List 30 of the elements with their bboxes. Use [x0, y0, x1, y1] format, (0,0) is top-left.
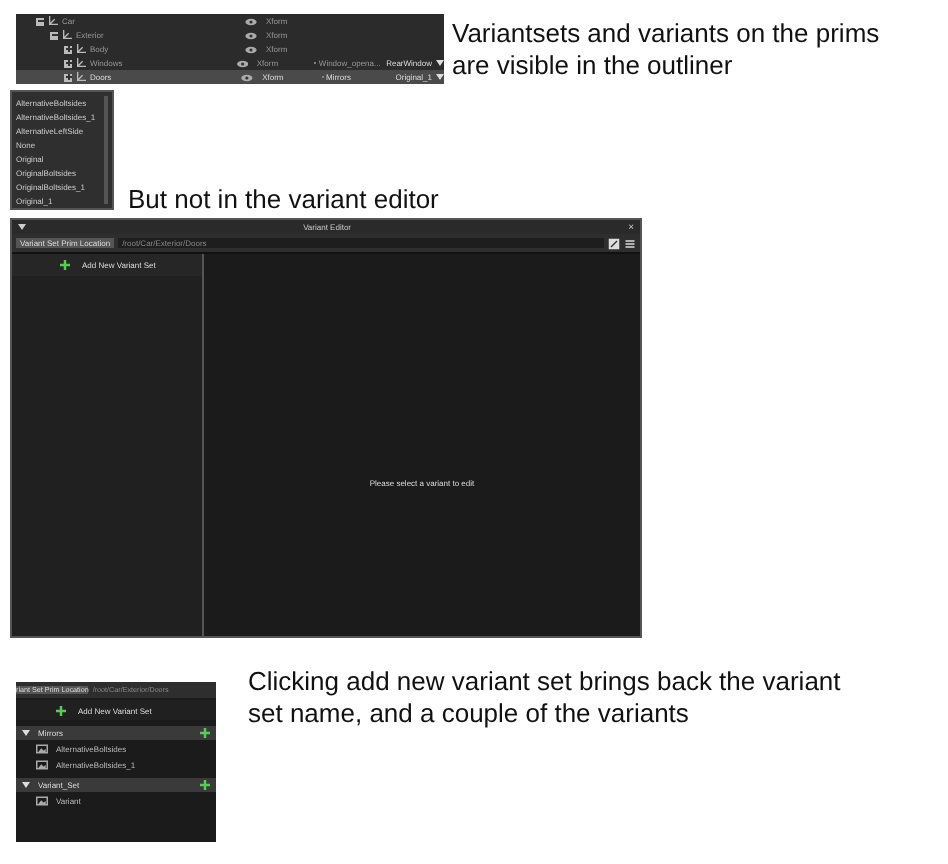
- collapse-icon[interactable]: [50, 31, 58, 39]
- add-variant-icon[interactable]: [200, 780, 210, 790]
- disclosure-icon[interactable]: [22, 730, 30, 736]
- plus-icon: [60, 260, 70, 270]
- image-icon: [36, 744, 48, 754]
- collapse-icon[interactable]: [36, 17, 44, 25]
- scrollbar[interactable]: [104, 96, 108, 204]
- plus-icon: [56, 705, 66, 715]
- transform-icon: [62, 30, 72, 40]
- transform-icon: [48, 16, 58, 26]
- caption: But not in the variant editor: [128, 184, 439, 214]
- transform-icon: [76, 58, 86, 68]
- caption: Clicking add new variant set brings back the variant set name, and a couple of the variants: [248, 666, 843, 732]
- add-variant-icon[interactable]: [200, 728, 210, 738]
- edit-icon[interactable]: [608, 237, 620, 249]
- expand-icon[interactable]: [64, 59, 72, 67]
- eye-icon[interactable]: [240, 73, 255, 81]
- eye-icon[interactable]: [244, 31, 258, 39]
- image-icon: [36, 796, 48, 806]
- eye-icon[interactable]: [244, 17, 258, 25]
- disclosure-icon[interactable]: [22, 782, 30, 788]
- eye-icon[interactable]: [235, 59, 249, 67]
- transform-icon: [76, 44, 86, 54]
- transform-icon: [76, 72, 86, 82]
- expand-icon[interactable]: [64, 45, 72, 53]
- expand-icon[interactable]: [64, 73, 72, 81]
- menu-icon[interactable]: [624, 237, 636, 249]
- caption: Variantsets and variants on the prims are visible in the outliner: [452, 18, 882, 82]
- eye-icon[interactable]: [244, 45, 258, 53]
- image-icon: [36, 760, 48, 770]
